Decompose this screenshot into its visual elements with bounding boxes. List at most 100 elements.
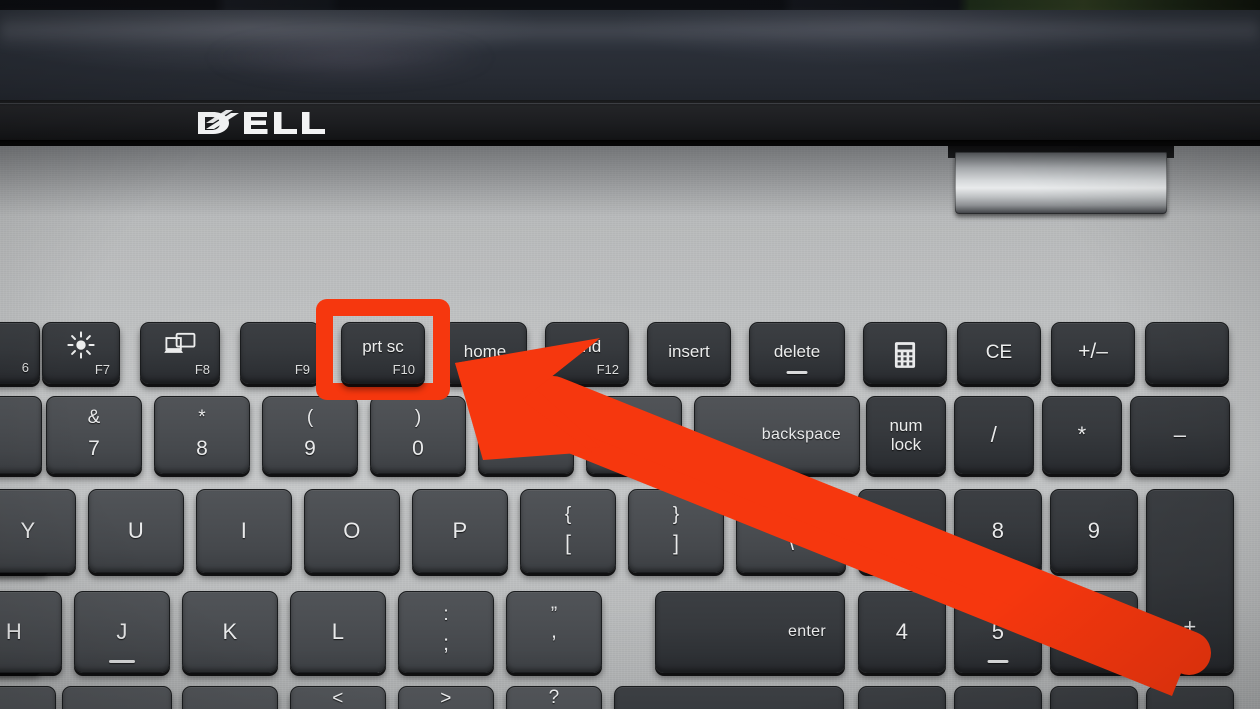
key-comma[interactable]: < bbox=[290, 686, 386, 709]
key-backslash[interactable]: | \ bbox=[736, 489, 846, 573]
key-l[interactable]: L bbox=[290, 591, 386, 673]
key-bracket-right[interactable]: } ] bbox=[628, 489, 724, 573]
key-k[interactable]: K bbox=[182, 591, 278, 673]
key-enter-label: enter bbox=[788, 623, 826, 640]
key-7[interactable]: & 7 bbox=[46, 396, 142, 474]
key-plus-minus-label: +/– bbox=[1078, 340, 1108, 363]
key-numpad-7-label: 7 bbox=[895, 518, 909, 543]
key-numpad-minus[interactable]: – bbox=[1130, 396, 1230, 474]
key-numpad-7[interactable]: 7 bbox=[858, 489, 946, 573]
key-o-label: O bbox=[343, 518, 361, 543]
key-numpad-5[interactable]: 5 bbox=[954, 591, 1042, 673]
key-backspace-label: backspace bbox=[761, 426, 841, 443]
key-numpad-plus-label: + bbox=[1183, 614, 1197, 639]
key-9[interactable]: ( 9 bbox=[262, 396, 358, 474]
key-bracket-right-shift-label: } bbox=[672, 504, 680, 525]
key-f7-brightness[interactable]: F7 bbox=[42, 322, 120, 384]
key-numpad-divide[interactable]: / bbox=[954, 396, 1034, 474]
key-right-shift[interactable] bbox=[614, 686, 844, 709]
key-delete[interactable]: delete bbox=[749, 322, 845, 384]
key-semicolon-shift-label: : bbox=[443, 604, 449, 625]
key-calculator[interactable] bbox=[863, 322, 947, 384]
key-bracket-left[interactable]: { [ bbox=[520, 489, 616, 573]
key-semicolon[interactable]: : ; bbox=[398, 591, 494, 673]
key-8-shift-label: * bbox=[198, 407, 206, 428]
key-end[interactable]: end F12 bbox=[545, 322, 629, 384]
key-bracket-right-label: ] bbox=[673, 532, 679, 555]
key-backspace[interactable]: backspace bbox=[694, 396, 860, 474]
key-enter[interactable]: enter bbox=[655, 591, 845, 673]
key-numpad-4[interactable]: 4 bbox=[858, 591, 946, 673]
dell-logo bbox=[196, 108, 346, 138]
key-numpad-multiply[interactable]: * bbox=[1042, 396, 1122, 474]
key-9-label: 9 bbox=[304, 437, 316, 460]
key-y-label: Y bbox=[20, 518, 36, 543]
key-comma-label: < bbox=[332, 688, 344, 709]
key-f6[interactable]: 6 bbox=[0, 322, 40, 384]
key-bracket-left-shift-label: { bbox=[564, 504, 572, 525]
key-numpad-8[interactable]: 8 bbox=[954, 489, 1042, 573]
key-period[interactable]: > bbox=[398, 686, 494, 709]
key-p-label: P bbox=[452, 518, 468, 543]
key-backslash-shift-label: | bbox=[788, 504, 794, 525]
key-ce[interactable]: CE bbox=[957, 322, 1041, 384]
laptop-display-reflection bbox=[0, 0, 1260, 104]
key-f7-label: F7 bbox=[94, 362, 110, 377]
key-numpad-9[interactable]: 9 bbox=[1050, 489, 1138, 573]
key-delete-label: delete bbox=[773, 342, 821, 361]
key-9-shift-label: ( bbox=[306, 407, 314, 428]
key-period-label: > bbox=[440, 688, 452, 709]
key-f9[interactable]: F9 bbox=[240, 322, 320, 384]
key-plus-minus[interactable]: +/– bbox=[1051, 322, 1135, 384]
key-k-label: K bbox=[222, 619, 238, 644]
key-equals[interactable]: + = bbox=[586, 396, 682, 474]
key-quote[interactable]: ” ’ bbox=[506, 591, 602, 673]
key-numpad-5-homing-bar bbox=[987, 660, 1009, 663]
key-j-homing-bar bbox=[109, 660, 135, 663]
key-7-label: 7 bbox=[88, 437, 100, 460]
key-numpad-6-label: 6 bbox=[1087, 619, 1101, 644]
calculator-icon bbox=[864, 341, 946, 369]
key-numpad-5-label: 5 bbox=[991, 619, 1005, 644]
key-8[interactable]: * 8 bbox=[154, 396, 250, 474]
key-numpad-multiply-label: * bbox=[1077, 422, 1087, 447]
key-bottom-2[interactable] bbox=[62, 686, 172, 709]
key-home[interactable]: home bbox=[443, 322, 527, 384]
key-insert[interactable]: insert bbox=[647, 322, 731, 384]
display-switch-icon bbox=[141, 330, 219, 358]
key-7-shift-label: & bbox=[87, 407, 101, 428]
key-y[interactable]: Y bbox=[0, 489, 76, 573]
key-numpad-2[interactable] bbox=[954, 686, 1042, 709]
key-minus[interactable]: _ – bbox=[478, 396, 574, 474]
key-p[interactable]: P bbox=[412, 489, 508, 573]
key-numpad-enter[interactable] bbox=[1146, 686, 1234, 709]
key-0-label: 0 bbox=[412, 437, 424, 460]
key-minus-label: – bbox=[520, 437, 532, 460]
key-o[interactable]: O bbox=[304, 489, 400, 573]
key-8-label: 8 bbox=[196, 437, 208, 460]
key-numpad-6[interactable]: 6 bbox=[1050, 591, 1138, 673]
key-slash[interactable]: ? bbox=[506, 686, 602, 709]
key-f9-label: F9 bbox=[294, 362, 310, 377]
key-numpad-1[interactable] bbox=[858, 686, 946, 709]
key-f8-display-switch[interactable]: F8 bbox=[140, 322, 220, 384]
key-fn-row-blank[interactable] bbox=[1145, 322, 1229, 384]
key-numpad-3[interactable] bbox=[1050, 686, 1138, 709]
key-bottom-3[interactable] bbox=[182, 686, 278, 709]
key-bottom-1[interactable] bbox=[0, 686, 56, 709]
display-glare bbox=[0, 12, 1260, 46]
key-equals-shift-label: + bbox=[628, 407, 640, 428]
key-j[interactable]: J bbox=[74, 591, 170, 673]
key-num-lock[interactable]: num lock bbox=[866, 396, 946, 474]
key-print-screen-label: prt sc bbox=[362, 337, 404, 356]
key-u[interactable]: U bbox=[88, 489, 184, 573]
key-numpad-plus[interactable]: + bbox=[1146, 489, 1234, 673]
key-num-lock-label-line1: num bbox=[889, 415, 923, 435]
key-equals-label: = bbox=[627, 437, 641, 460]
key-numpad-4-label: 4 bbox=[895, 619, 909, 644]
key-6[interactable] bbox=[0, 396, 42, 474]
key-h[interactable]: H bbox=[0, 591, 62, 673]
key-0[interactable]: ) 0 bbox=[370, 396, 466, 474]
key-i[interactable]: I bbox=[196, 489, 292, 573]
key-print-screen[interactable]: prt sc F10 bbox=[341, 322, 425, 384]
